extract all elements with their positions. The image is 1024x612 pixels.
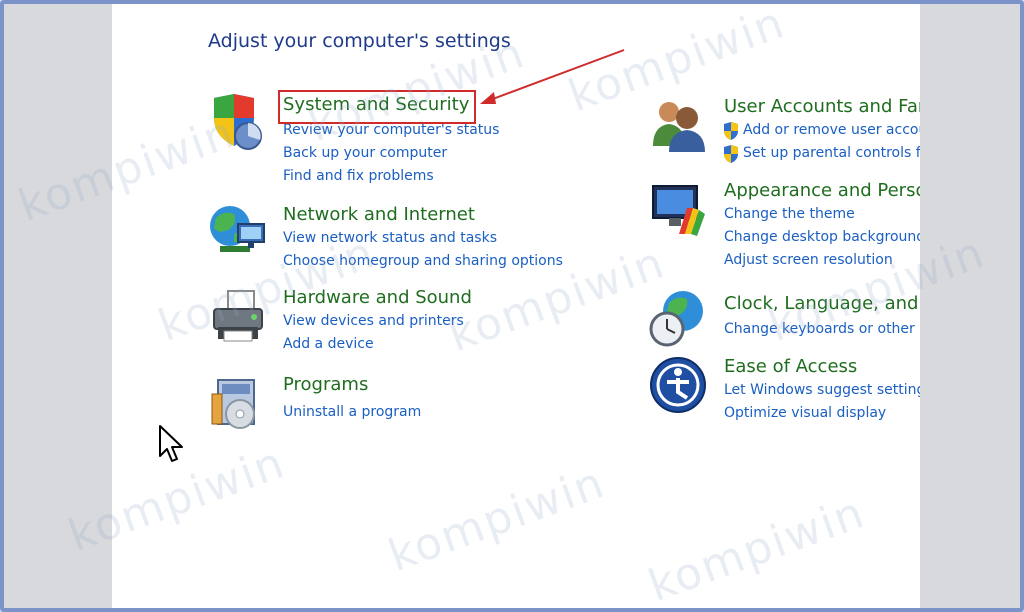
category-title[interactable]: Programs: [283, 374, 368, 395]
category-title[interactable]: Appearance and Perso: [724, 180, 920, 201]
category-title[interactable]: Network and Internet: [283, 204, 475, 225]
clock-globe-icon: [649, 291, 703, 347]
category-programs: Programs Uninstall a program: [208, 374, 528, 434]
link-screen-resolution[interactable]: Adjust screen resolution: [724, 252, 893, 268]
category-ease-of-access: Ease of Access Let Windows suggest setti…: [649, 356, 920, 426]
appearance-icon: [652, 185, 705, 236]
category-network-internet: Network and Internet View network status…: [208, 200, 568, 280]
link-review-status[interactable]: Review your computer's status: [283, 122, 499, 138]
left-margin: [4, 4, 112, 608]
uac-shield-icon: [724, 145, 738, 163]
link-add-remove-user[interactable]: Add or remove user accou: [743, 122, 920, 138]
link-change-keyboards[interactable]: Change keyboards or other in: [724, 321, 920, 337]
link-add-device[interactable]: Add a device: [283, 336, 374, 352]
programs-icon: [211, 379, 255, 429]
shield-icon: [214, 94, 262, 150]
link-change-theme[interactable]: Change the theme: [724, 206, 855, 222]
page-title: Adjust your computer's settings: [208, 30, 511, 52]
category-hardware-sound: Hardware and Sound View devices and prin…: [208, 287, 528, 367]
category-clock-language: Clock, Language, and I Change keyboards …: [649, 289, 920, 349]
category-title[interactable]: Ease of Access: [724, 356, 857, 377]
ease-of-access-icon: [650, 357, 706, 413]
link-parental-controls[interactable]: Set up parental controls fo: [743, 145, 920, 161]
users-icon: [653, 102, 705, 152]
screenshot-frame: Adjust your computer's settings System a…: [0, 0, 1024, 612]
category-user-accounts: User Accounts and Far Add or remove user…: [649, 96, 920, 166]
link-uninstall[interactable]: Uninstall a program: [283, 404, 421, 420]
link-optimize-display[interactable]: Optimize visual display: [724, 405, 886, 421]
category-title[interactable]: Clock, Language, and I: [724, 293, 920, 314]
link-desktop-background[interactable]: Change desktop background: [724, 229, 920, 245]
annotation-highlight-box: [278, 90, 476, 124]
printer-icon: [213, 290, 263, 342]
link-homegroup[interactable]: Choose homegroup and sharing options: [283, 253, 563, 269]
link-devices-printers[interactable]: View devices and printers: [283, 313, 464, 329]
mouse-cursor-icon: [159, 425, 183, 462]
link-backup[interactable]: Back up your computer: [283, 145, 447, 161]
category-title[interactable]: User Accounts and Far: [724, 96, 920, 117]
link-windows-suggest[interactable]: Let Windows suggest settings: [724, 382, 920, 398]
right-margin: [916, 4, 1020, 608]
link-fix-problems[interactable]: Find and fix problems: [283, 168, 434, 184]
control-panel: Adjust your computer's settings System a…: [112, 4, 920, 608]
annotation-arrow: [480, 49, 625, 104]
category-appearance: Appearance and Perso Change the theme Ch…: [649, 180, 920, 272]
uac-shield-icon: [724, 122, 738, 140]
network-icon: [210, 206, 265, 252]
link-network-status[interactable]: View network status and tasks: [283, 230, 497, 246]
category-title[interactable]: Hardware and Sound: [283, 287, 472, 308]
